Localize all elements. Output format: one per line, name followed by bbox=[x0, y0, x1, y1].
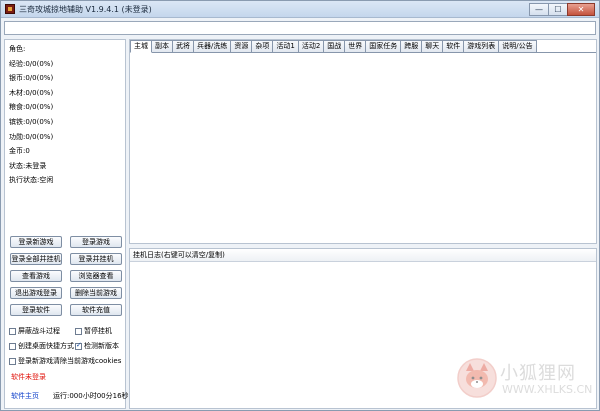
tab-chat[interactable]: 聊天 bbox=[422, 40, 444, 53]
stat-role: 角色: bbox=[9, 45, 26, 53]
main-tab-panel: 主城 副本 武将 兵器/洗练 资源 杂项 活动1 活动2 国战 世界 国家任务 … bbox=[129, 39, 597, 244]
create-shortcut-option[interactable]: 创建桌面快捷方式 bbox=[9, 341, 74, 351]
window-controls: — ☐ ✕ bbox=[529, 3, 595, 16]
software-home-link[interactable]: 软件主页 bbox=[11, 391, 39, 401]
stat-exp: 经验:0/0(0%) bbox=[9, 59, 54, 68]
tab-cross-server[interactable]: 跨服 bbox=[401, 40, 423, 53]
create-shortcut-checkbox[interactable] bbox=[9, 342, 16, 350]
stat-silver: 银币:0/0(0%) bbox=[9, 74, 54, 83]
watermark: 小狐狸网 WWW.XHLKS.CN bbox=[456, 353, 596, 408]
left-panel: 角色: 经验:0/0(0%) 银币:0/0(0%) 木材:0/0(0%) 粮食:… bbox=[4, 39, 129, 409]
pause-hang-label: 暂停挂机 bbox=[84, 327, 112, 335]
clear-cookies-checkbox[interactable] bbox=[9, 357, 16, 365]
stat-status: 状态:未登录 bbox=[9, 161, 47, 170]
check-update-option[interactable]: 检测新版本 bbox=[75, 341, 119, 351]
clear-cookies-option[interactable]: 登录新游戏清除当前游戏cookies bbox=[9, 356, 121, 366]
title-bar: 三奇攻城掠地辅助 V1.9.4.1 (未登录) — ☐ ✕ bbox=[1, 1, 599, 18]
login-game-button[interactable]: 登录游戏 bbox=[70, 236, 122, 248]
tab-dungeon[interactable]: 副本 bbox=[152, 40, 173, 53]
login-all-hang-button[interactable]: 登录全部并挂机 bbox=[10, 253, 62, 265]
watermark-en: WWW.XHLKS.CN bbox=[502, 383, 593, 396]
pause-hang-option[interactable]: 暂停挂机 bbox=[75, 326, 112, 336]
tab-weapons[interactable]: 兵器/洗练 bbox=[194, 40, 232, 53]
tab-event-1[interactable]: 活动1 bbox=[273, 40, 299, 53]
unregistered-status: 软件未登录 bbox=[11, 373, 46, 381]
check-update-checkbox[interactable] bbox=[75, 341, 82, 350]
fox-logo-icon bbox=[457, 358, 497, 398]
check-update-label: 检测新版本 bbox=[84, 342, 119, 350]
stat-exec-status: 执行状态:空闲 bbox=[9, 176, 54, 185]
create-shortcut-label: 创建桌面快捷方式 bbox=[18, 342, 74, 350]
clear-cookies-label: 登录新游戏清除当前游戏cookies bbox=[18, 357, 122, 365]
stat-gold: 金币:0 bbox=[9, 147, 30, 156]
watermark-cn: 小狐狸网 bbox=[500, 363, 576, 384]
tab-national-task[interactable]: 国家任务 bbox=[366, 40, 402, 53]
tab-software[interactable]: 软件 bbox=[443, 40, 465, 53]
pause-hang-checkbox[interactable] bbox=[75, 327, 82, 335]
address-bar[interactable] bbox=[4, 21, 596, 35]
tab-event-2[interactable]: 活动2 bbox=[298, 40, 325, 53]
stat-wood: 木材:0/0(0%) bbox=[9, 88, 54, 97]
close-button[interactable]: ✕ bbox=[567, 3, 595, 16]
logout-game-button[interactable]: 退出游戏登录 bbox=[10, 287, 62, 299]
tab-strip: 主城 副本 武将 兵器/洗练 资源 杂项 活动1 活动2 国战 世界 国家任务 … bbox=[130, 40, 537, 53]
delete-current-game-button[interactable]: 删除当前游戏 bbox=[70, 287, 122, 299]
log-header: 挂机日志(右键可以清空/复制) bbox=[130, 249, 596, 262]
login-new-game-button[interactable]: 登录新游戏 bbox=[10, 236, 62, 248]
app-icon bbox=[5, 4, 15, 14]
view-game-button[interactable]: 查看游戏 bbox=[10, 270, 62, 282]
browser-view-button[interactable]: 浏览器查看 bbox=[70, 270, 122, 282]
tab-national-war[interactable]: 国战 bbox=[324, 40, 346, 53]
stat-iron: 镔铁:0/0(0%) bbox=[9, 117, 54, 126]
runtime-readout: 运行:000小时00分16秒 bbox=[53, 392, 129, 400]
hide-battle-checkbox[interactable] bbox=[9, 327, 16, 335]
window-title: 三奇攻城掠地辅助 V1.9.4.1 (未登录) bbox=[19, 5, 152, 14]
hide-battle-label: 屏蔽战斗过程 bbox=[18, 327, 60, 335]
tab-world[interactable]: 世界 bbox=[345, 40, 367, 53]
tab-game-list[interactable]: 游戏列表 bbox=[464, 40, 500, 53]
login-software-button[interactable]: 登录软件 bbox=[10, 304, 62, 316]
login-hang-button[interactable]: 登录并挂机 bbox=[70, 253, 122, 265]
hide-battle-option[interactable]: 屏蔽战斗过程 bbox=[9, 326, 60, 336]
stat-merit: 功勋:0/0(0%) bbox=[9, 132, 54, 141]
tab-content bbox=[130, 52, 596, 243]
minimize-button[interactable]: — bbox=[529, 3, 549, 16]
app-window: 三奇攻城掠地辅助 V1.9.4.1 (未登录) — ☐ ✕ 角色: 经验:0/0… bbox=[0, 0, 600, 411]
stats-list: 角色: 经验:0/0(0%) 银币:0/0(0%) 木材:0/0(0%) 粮食:… bbox=[9, 42, 123, 188]
software-recharge-button[interactable]: 软件充值 bbox=[70, 304, 122, 316]
stat-food: 粮食:0/0(0%) bbox=[9, 103, 54, 112]
tab-resources[interactable]: 资源 bbox=[231, 40, 253, 53]
tab-notice[interactable]: 说明/公告 bbox=[499, 40, 537, 53]
maximize-button[interactable]: ☐ bbox=[548, 3, 568, 16]
tab-generals[interactable]: 武将 bbox=[173, 40, 194, 53]
tab-misc[interactable]: 杂项 bbox=[252, 40, 274, 53]
tab-main-city[interactable]: 主城 bbox=[130, 40, 152, 53]
